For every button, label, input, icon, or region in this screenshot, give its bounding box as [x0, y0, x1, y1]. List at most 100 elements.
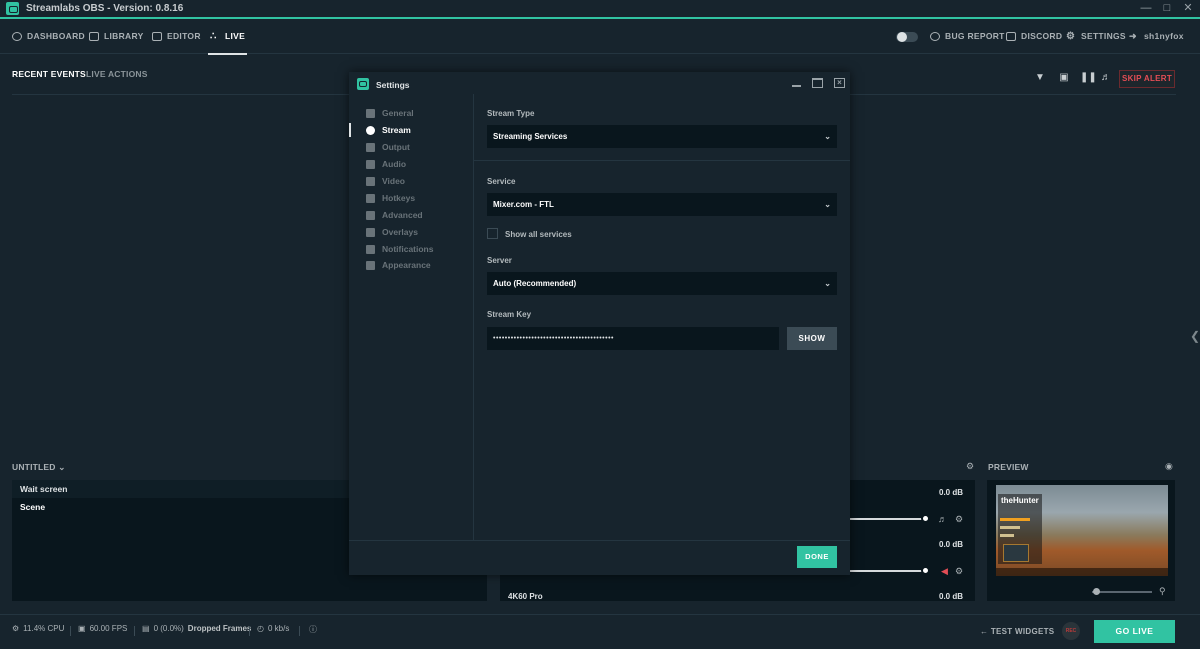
mixer-settings-gear-icon[interactable]: ⚙	[966, 461, 974, 472]
maximize-icon[interactable]	[812, 78, 823, 88]
service-label: Service	[487, 177, 516, 186]
settings-title: Settings	[376, 80, 410, 90]
stat-divider	[134, 626, 135, 636]
preview-label: PREVIEW	[988, 462, 1029, 472]
server-label: Server	[487, 256, 512, 265]
tab-recent-events[interactable]: RECENT EVENTS	[12, 69, 86, 95]
sidebar-item-label: Notifications	[382, 244, 434, 254]
nav-editor-label: EDITOR	[167, 31, 201, 41]
sidebar-item-general[interactable]: General	[366, 106, 414, 120]
chevron-down-icon: ⌄	[58, 462, 66, 472]
sidebar-item-stream[interactable]: Stream	[366, 123, 411, 137]
chevron-left-icon[interactable]: ❮	[1190, 329, 1200, 343]
nav-user[interactable]: ➜ sh1nyfox	[1129, 19, 1184, 54]
sidebar-item-hotkeys[interactable]: Hotkeys	[366, 191, 415, 205]
sidebar-item-appearance[interactable]: Appearance	[366, 258, 431, 272]
pause-icon[interactable]: ❚❚	[1080, 73, 1097, 83]
go-live-button[interactable]: GO LIVE	[1094, 620, 1175, 643]
nav-live[interactable]: ∴ LIVE	[207, 19, 248, 55]
nav-live-label: LIVE	[225, 31, 246, 41]
night-mode-toggle[interactable]	[896, 32, 918, 42]
fps-stat: ▣ 60.00 FPS	[78, 624, 127, 633]
fps-value: 60.00 FPS	[89, 624, 128, 633]
overlay-bar	[1000, 518, 1030, 521]
test-widgets-label: TEST WIDGETS	[990, 627, 1055, 636]
filter-icon[interactable]: ▼	[1035, 73, 1045, 83]
popout-icon[interactable]: ▣	[1059, 73, 1069, 83]
show-key-button[interactable]: SHOW	[787, 327, 837, 350]
skip-alert-button[interactable]: SKIP ALERT	[1119, 70, 1175, 88]
frames-icon: ▤	[142, 624, 150, 633]
window-minimize-icon[interactable]: —	[1140, 2, 1152, 14]
preview-ticker	[996, 568, 1168, 576]
window-close-icon[interactable]: ✕	[1182, 2, 1194, 14]
source-gear-icon[interactable]: ⚙	[955, 514, 963, 525]
sidebar-item-notifications[interactable]: Notifications	[366, 242, 433, 256]
nav-dashboard[interactable]: DASHBOARD	[12, 19, 85, 54]
scene-collection-selector[interactable]: UNTITLED ⌄	[12, 462, 66, 473]
volume-slider[interactable]	[850, 570, 928, 572]
service-value: Mixer.com - FTL	[493, 200, 554, 209]
sidebar-item-label: Overlays	[382, 227, 418, 237]
volume-slider[interactable]	[850, 518, 928, 520]
preview-zoom-slider[interactable]	[1092, 591, 1152, 593]
sidebar-item-label: Appearance	[382, 260, 431, 270]
server-select[interactable]: Auto (Recommended) ⌄	[487, 272, 837, 295]
window-maximize-icon[interactable]: □	[1161, 2, 1173, 14]
stream-type-value: Streaming Services	[493, 132, 568, 141]
volume-slider-handle[interactable]	[921, 566, 930, 575]
record-button[interactable]: REC	[1062, 622, 1080, 640]
nav-editor[interactable]: EDITOR	[152, 19, 201, 54]
source-gear-icon[interactable]: ⚙	[955, 566, 963, 577]
muted-speaker-icon[interactable]: ◀	[941, 566, 948, 577]
speaker-icon[interactable]: ♬	[938, 514, 947, 524]
film-icon	[366, 176, 375, 186]
stream-type-select[interactable]: Streaming Services ⌄	[487, 125, 837, 148]
test-widgets-button[interactable]: ← TEST WIDGETS	[980, 627, 1054, 636]
stream-key-field[interactable]: ••••••••••••••••••••••••••••••••••••••••…	[487, 327, 779, 350]
sidebar-item-advanced[interactable]: Advanced	[366, 208, 423, 222]
monitor-icon	[366, 260, 375, 270]
nav-discord[interactable]: DISCORD	[1006, 19, 1062, 54]
show-all-services-label: Show all services	[505, 230, 572, 239]
sidebar-item-audio[interactable]: Audio	[366, 157, 406, 171]
service-select[interactable]: Mixer.com - FTL ⌄	[487, 193, 837, 216]
nav-discord-label: DISCORD	[1021, 31, 1063, 41]
bug-icon	[930, 32, 940, 41]
dropped-frames-stat: ▤ 0 (0.0%) Dropped Frames	[142, 624, 251, 633]
mixer-source-name: 4K60 Pro	[508, 592, 543, 601]
warning-icon	[366, 244, 375, 254]
active-indicator	[349, 123, 351, 137]
nav-library[interactable]: LIBRARY	[89, 19, 144, 54]
globe-icon	[366, 125, 375, 135]
image-icon	[366, 227, 375, 237]
sidebar-item-output[interactable]: Output	[366, 140, 410, 154]
fps-icon: ▣	[78, 624, 86, 633]
settings-content: Stream Type Streaming Services ⌄ Service…	[474, 94, 850, 540]
preview-zoom-handle[interactable]	[1093, 588, 1100, 595]
info-icon[interactable]: ⓘ	[309, 624, 317, 635]
nav-bug-report[interactable]: BUG REPORT	[930, 19, 1005, 54]
image-icon	[89, 32, 99, 41]
dropped-frames-label: Dropped Frames	[187, 624, 252, 633]
minimize-icon[interactable]	[791, 78, 802, 88]
sidebar-item-overlays[interactable]: Overlays	[366, 225, 418, 239]
sidebar-item-video[interactable]: Video	[366, 174, 405, 188]
done-button[interactable]: DONE	[797, 546, 837, 568]
nav-settings[interactable]: ⚙ SETTINGS	[1066, 19, 1126, 54]
close-icon[interactable]: ×	[834, 78, 845, 88]
show-all-services-checkbox[interactable]	[487, 228, 498, 239]
overlay-bar	[1000, 534, 1014, 537]
app-logo-icon	[357, 78, 369, 90]
webcam-overlay	[1003, 544, 1029, 562]
volume-icon[interactable]: ♬	[1101, 73, 1111, 83]
preview-game-title: theHunter	[1001, 496, 1039, 505]
tab-live-actions[interactable]: LIVE ACTIONS	[86, 69, 148, 95]
search-icon[interactable]: ⚲	[1159, 586, 1166, 597]
eye-icon[interactable]: ◉	[1165, 461, 1173, 472]
speaker-icon	[366, 159, 375, 169]
sidebar-item-label: Video	[382, 176, 405, 186]
nav-library-label: LIBRARY	[104, 31, 144, 41]
volume-slider-handle[interactable]	[921, 514, 930, 523]
stream-key-label: Stream Key	[487, 310, 532, 319]
